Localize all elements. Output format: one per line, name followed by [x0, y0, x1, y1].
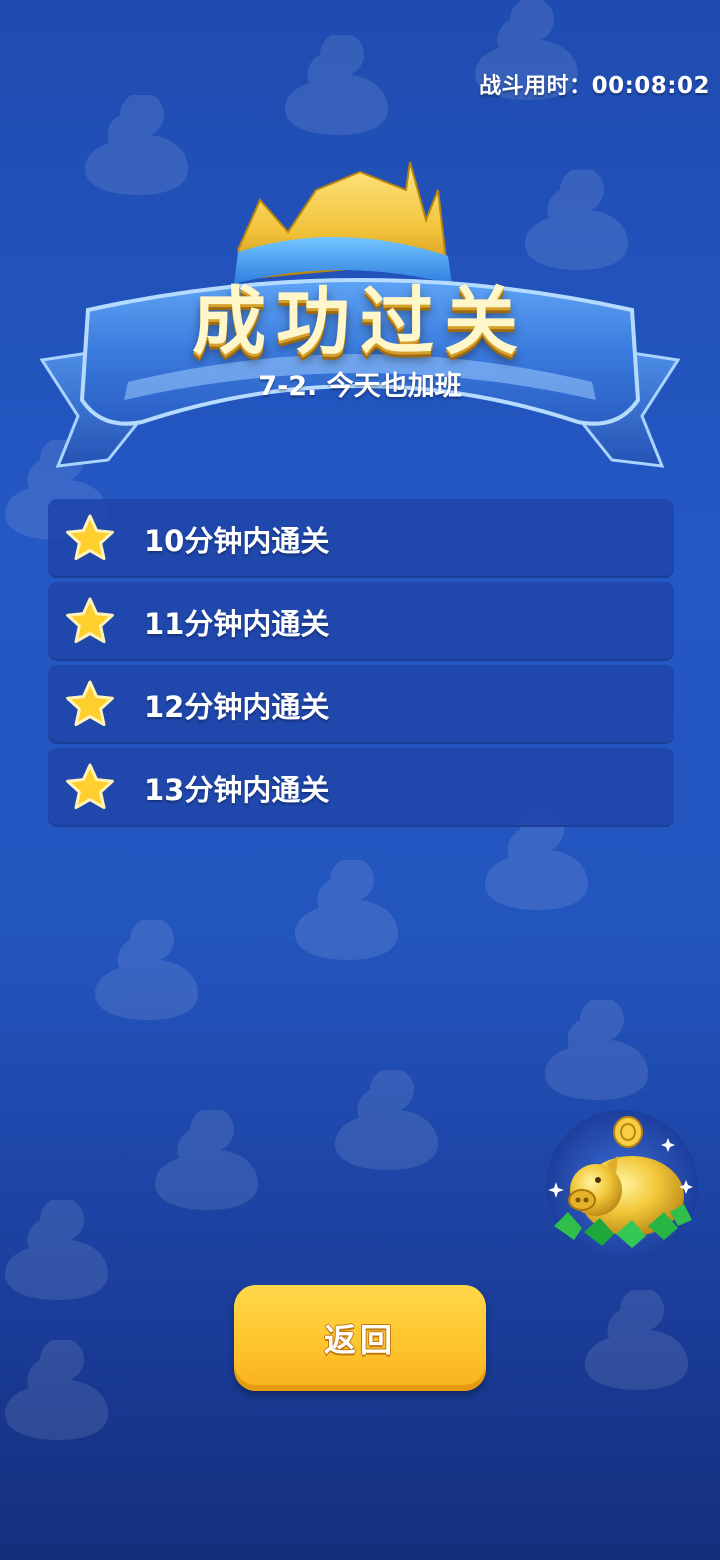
objective-row: 11分钟内通关: [48, 582, 674, 661]
battle-time: 战斗用时：00:08:02: [479, 68, 710, 100]
back-button[interactable]: 返回: [234, 1285, 486, 1391]
objectives-list: 10分钟内通关 11分钟内通关 12分钟内通关 13分钟内通关: [48, 499, 674, 831]
duck-pattern-icon: [290, 857, 400, 960]
star-icon: [66, 597, 114, 643]
battle-time-value: 00:08:02: [591, 73, 710, 99]
objective-label: 11分钟内通关: [144, 606, 330, 641]
victory-title: 成功过关: [192, 279, 528, 365]
duck-pattern-icon: [580, 1287, 690, 1390]
duck-pattern-icon: [540, 997, 650, 1100]
duck-pattern-icon: [280, 32, 390, 136]
duck-pattern-icon: [90, 917, 200, 1020]
objective-label: 10分钟内通关: [144, 523, 330, 558]
objective-row: 13分钟内通关: [48, 748, 674, 827]
victory-banner: 成功过关 7-2. 今天也加班: [38, 160, 682, 480]
objective-label: 13分钟内通关: [144, 772, 330, 807]
piggy-bank-icon: [546, 1110, 698, 1262]
duck-pattern-icon: [150, 1107, 260, 1210]
battle-time-label: 战斗用时：: [479, 74, 592, 99]
star-icon: [66, 763, 114, 809]
duck-pattern-icon: [0, 1197, 110, 1300]
piggy-bank-button[interactable]: [544, 1108, 700, 1264]
objective-row: 12分钟内通关: [48, 665, 674, 744]
star-icon: [66, 514, 114, 560]
duck-pattern-icon: [0, 1337, 110, 1440]
star-icon: [66, 680, 114, 726]
level-complete-screen: 战斗用时：00:08:02 成功过关 7-2. 今天也加班 10分钟内通关 11…: [0, 0, 720, 1560]
duck-pattern-icon: [330, 1067, 440, 1170]
objective-label: 12分钟内通关: [144, 689, 330, 724]
level-name: 7-2. 今天也加班: [258, 371, 462, 402]
objective-row: 10分钟内通关: [48, 499, 674, 578]
